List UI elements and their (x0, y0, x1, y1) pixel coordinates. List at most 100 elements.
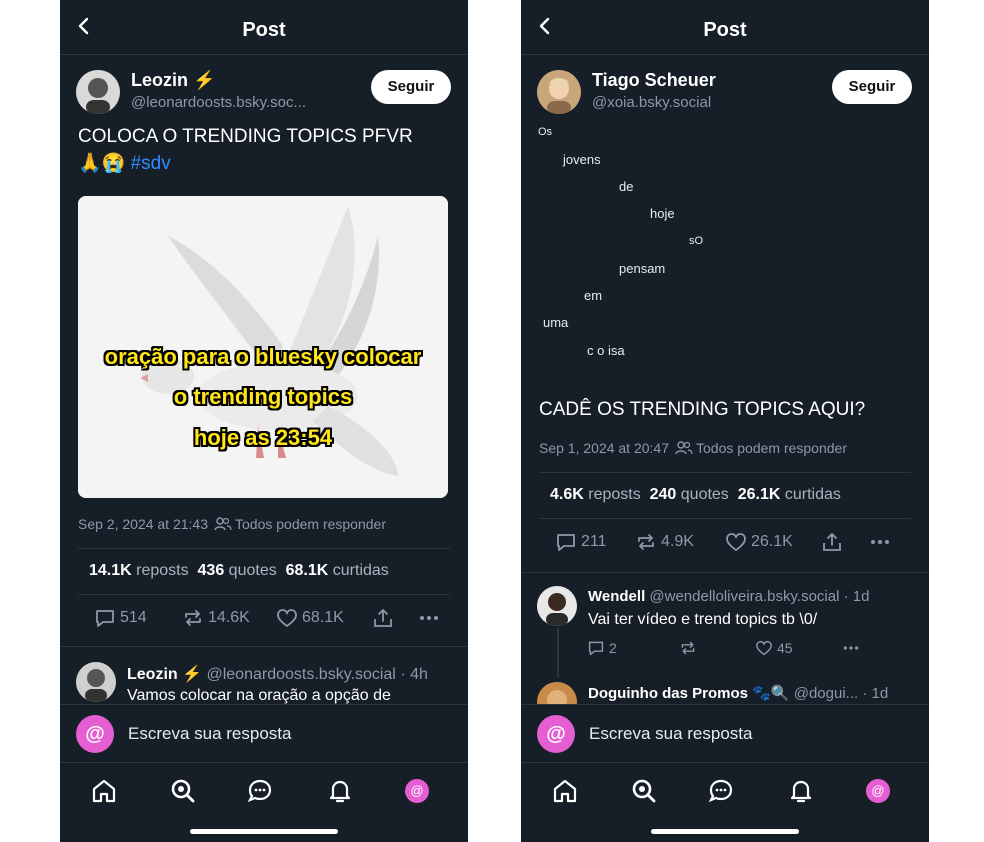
avatar[interactable] (537, 70, 581, 114)
post-meta: Sep 1, 2024 at 20:47 Todos podem respond… (539, 440, 847, 456)
share-button[interactable] (372, 608, 418, 628)
scattered-word: de (619, 179, 634, 194)
more-icon (871, 540, 889, 544)
reply-button[interactable]: 514 (94, 608, 182, 628)
search-icon[interactable] (169, 777, 197, 805)
chat-icon[interactable] (246, 777, 274, 805)
profile-icon[interactable]: @ (403, 777, 431, 805)
people-icon (675, 441, 693, 455)
avatar[interactable] (537, 586, 577, 626)
user-avatar: @ (537, 715, 575, 753)
more-button[interactable] (841, 640, 865, 656)
author-handle[interactable]: @xoia.bsky.social (592, 94, 711, 111)
reply-author-name[interactable]: Wendell (588, 588, 645, 605)
more-button[interactable] (869, 532, 895, 552)
follow-button[interactable]: Seguir (832, 70, 912, 104)
repost-count: 14.6K (208, 609, 250, 626)
post-stats: 4.6K reposts 240 quotes 26.1K curtidas (550, 486, 841, 504)
composer-placeholder[interactable]: Escreva sua resposta (128, 724, 291, 744)
reply-composer[interactable]: @ Escreva sua resposta (60, 704, 468, 763)
timestamp: Sep 2, 2024 at 21:43 (78, 516, 208, 532)
reply-time: · 4h (400, 666, 428, 683)
likes-label: curtidas (784, 486, 841, 503)
bottom-tab-bar: @ (521, 762, 929, 842)
quotes-count[interactable]: 240 (650, 486, 677, 503)
reply-author-handle[interactable]: @leonardoosts.bsky.social (206, 666, 395, 683)
like-count: 26.1K (751, 533, 793, 550)
scattered-word: c o isa (587, 343, 625, 358)
divider (60, 54, 468, 55)
composer-placeholder[interactable]: Escreva sua resposta (589, 724, 752, 744)
like-button[interactable]: 68.1K (276, 608, 372, 628)
home-indicator (190, 829, 338, 834)
profile-icon[interactable]: @ (864, 777, 892, 805)
author-name[interactable]: Tiago Scheuer (592, 70, 716, 91)
search-icon[interactable] (630, 777, 658, 805)
scattered-word: hoje (650, 206, 675, 221)
reply-author-handle[interactable]: @wendelloliveira.bsky.social (649, 588, 839, 605)
repost-icon (681, 641, 695, 655)
divider (539, 472, 911, 473)
avatar[interactable] (76, 662, 116, 702)
post-image[interactable]: oração para o bluesky colocar o trending… (78, 196, 448, 498)
reposts-count[interactable]: 4.6K (550, 486, 584, 503)
reposts-count[interactable]: 14.1K (89, 562, 132, 579)
reply-author-emoji: 🐾🔍 (752, 685, 790, 702)
reply-button[interactable]: 211 (555, 532, 635, 552)
likes-label: curtidas (332, 562, 389, 579)
quotes-count[interactable]: 436 (198, 562, 225, 579)
reply-permission[interactable]: Todos podem responder (696, 440, 847, 456)
home-icon[interactable] (551, 777, 579, 805)
like-button[interactable]: 26.1K (725, 532, 821, 552)
bell-icon[interactable] (326, 777, 354, 805)
timestamp: Sep 1, 2024 at 20:47 (539, 440, 669, 456)
reply-permission[interactable]: Todos podem responder (235, 516, 386, 532)
divider (521, 54, 929, 55)
heart-icon (756, 640, 772, 656)
image-caption-line: o trending topics (173, 384, 353, 409)
author-handle[interactable]: @leonardoosts.bsky.soc... (131, 94, 306, 111)
image-caption-line: oração para o bluesky colocar (104, 344, 422, 369)
reply-actions: 2 45 (587, 640, 865, 656)
reply-time: · 1d (862, 685, 889, 702)
like-button[interactable]: 45 (755, 640, 841, 656)
like-count: 45 (777, 640, 793, 656)
reply-icon (557, 534, 575, 551)
author-name[interactable]: Leozin ⚡ (131, 70, 215, 91)
more-button[interactable] (418, 608, 444, 628)
reposts-label: reposts (136, 562, 189, 579)
bell-icon[interactable] (787, 777, 815, 805)
reply-button[interactable]: 2 (587, 640, 679, 656)
thread-line (557, 628, 559, 678)
repost-button[interactable]: 4.9K (635, 532, 725, 552)
reply-composer[interactable]: @ Escreva sua resposta (521, 704, 929, 763)
scattered-word: jovens (563, 152, 601, 167)
home-icon[interactable] (90, 777, 118, 805)
reply-time: · 1d (843, 588, 870, 605)
hashtag-link[interactable]: #sdv (131, 153, 171, 174)
chat-icon[interactable] (707, 777, 735, 805)
heart-icon (277, 609, 297, 628)
likes-count[interactable]: 68.1K (286, 562, 329, 579)
reply-author-handle[interactable]: @dogui... (794, 685, 858, 702)
scattered-word: uma (543, 315, 569, 330)
divider (539, 518, 911, 519)
divider (78, 548, 450, 549)
repost-button[interactable] (679, 640, 755, 656)
quotes-label: quotes (680, 486, 729, 503)
repost-icon (638, 534, 654, 550)
people-icon (214, 517, 232, 531)
reply-author-name[interactable]: Doguinho das Promos (588, 685, 748, 702)
repost-button[interactable]: 14.6K (182, 608, 276, 628)
header: Post (60, 0, 468, 54)
scattered-word: Os (538, 126, 553, 138)
follow-button[interactable]: Seguir (371, 70, 451, 104)
reply-author-name[interactable]: Leozin ⚡ (127, 666, 202, 683)
scattered-word: pensam (619, 261, 666, 276)
avatar[interactable] (76, 70, 120, 114)
reply-header: Leozin ⚡ @leonardoosts.bsky.social · 4h (127, 664, 428, 684)
share-button[interactable] (821, 532, 869, 552)
likes-count[interactable]: 26.1K (738, 486, 781, 503)
quotes-label: quotes (228, 562, 277, 579)
post-actions: 211 4.9K 26.1K (555, 532, 895, 552)
